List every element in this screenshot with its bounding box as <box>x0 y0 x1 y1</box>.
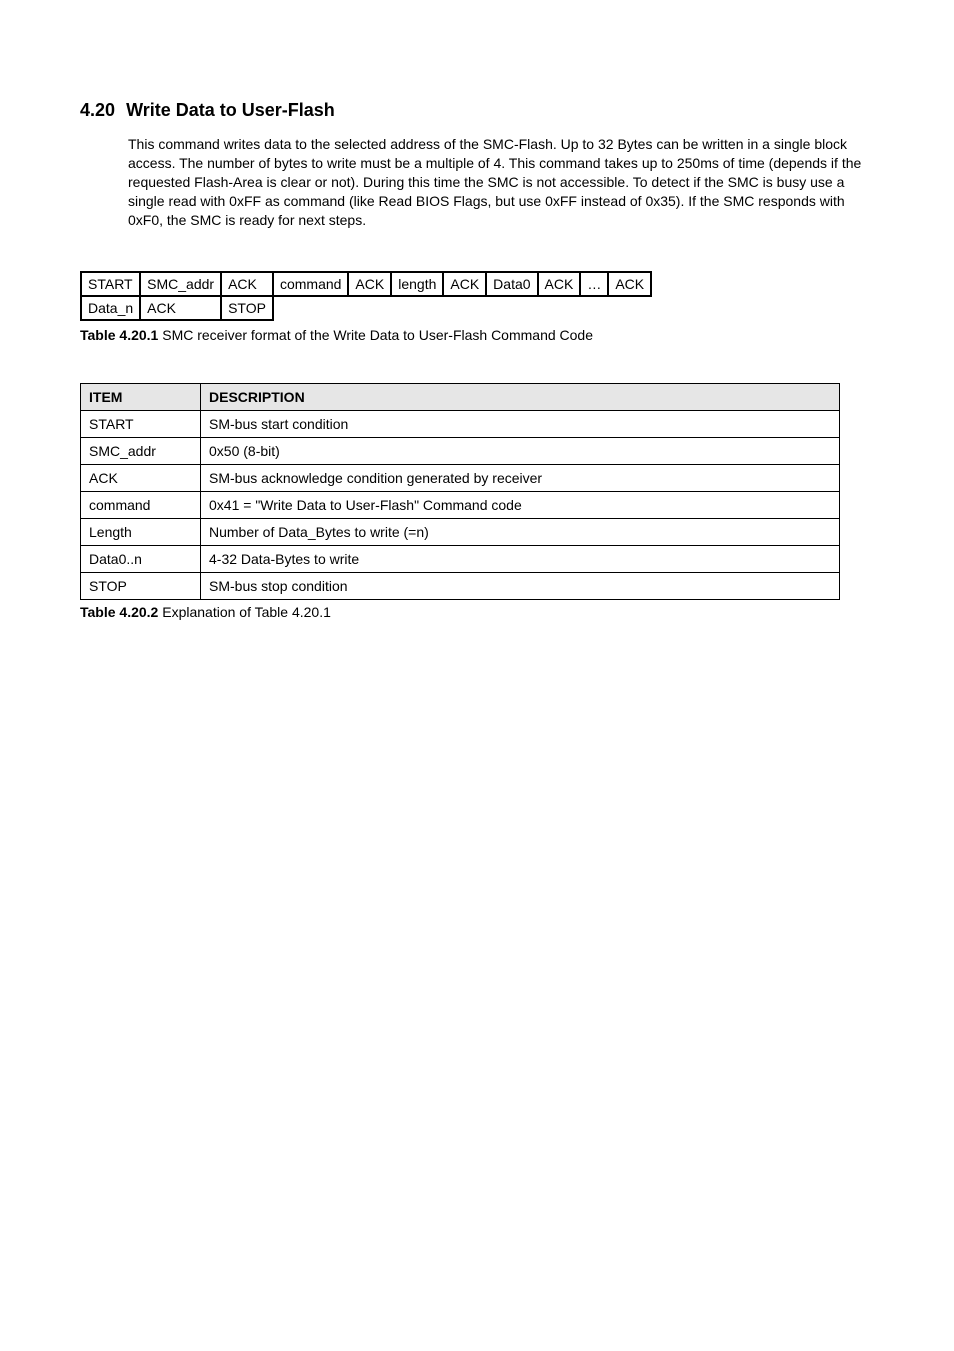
table-row: Data_n ACK STOP <box>81 296 651 320</box>
desc-description: 4-32 Data-Bytes to write <box>201 546 840 573</box>
sequence-cell: ACK <box>221 272 273 296</box>
table-row: command 0x41 = "Write Data to User-Flash… <box>81 492 840 519</box>
table-header-item: ITEM <box>81 384 201 411</box>
section-number: 4.20 <box>80 100 115 121</box>
sequence-cell: ACK <box>538 272 581 296</box>
caption-label: Table 4.20.2 <box>80 604 158 620</box>
sequence-empty <box>273 296 651 320</box>
sequence-cell: SMC_addr <box>140 272 221 296</box>
table-row: ACK SM-bus acknowledge condition generat… <box>81 465 840 492</box>
table-row: START SMC_addr ACK command ACK length AC… <box>81 272 651 296</box>
table-row: SMC_addr 0x50 (8-bit) <box>81 438 840 465</box>
table-caption-2: Table 4.20.2 Explanation of Table 4.20.1 <box>80 604 874 620</box>
table-header-row: ITEM DESCRIPTION <box>81 384 840 411</box>
sequence-cell: ACK <box>608 272 651 296</box>
section-heading: 4.20 Write Data to User-Flash <box>80 100 874 121</box>
sequence-table: START SMC_addr ACK command ACK length AC… <box>80 271 652 321</box>
table-caption-1: Table 4.20.1 SMC receiver format of the … <box>80 327 874 343</box>
sequence-cell: Data0 <box>486 272 537 296</box>
table-row: START SM-bus start condition <box>81 411 840 438</box>
sequence-cell: ACK <box>140 296 221 320</box>
table-header-description: DESCRIPTION <box>201 384 840 411</box>
desc-item: Length <box>81 519 201 546</box>
desc-item: command <box>81 492 201 519</box>
table-row: Length Number of Data_Bytes to write (=n… <box>81 519 840 546</box>
caption-label: Table 4.20.1 <box>80 327 158 343</box>
desc-item: SMC_addr <box>81 438 201 465</box>
desc-item: ACK <box>81 465 201 492</box>
desc-description: SM-bus start condition <box>201 411 840 438</box>
sequence-cell: ACK <box>348 272 391 296</box>
desc-description: SM-bus acknowledge condition generated b… <box>201 465 840 492</box>
table-row: STOP SM-bus stop condition <box>81 573 840 600</box>
desc-item: Data0..n <box>81 546 201 573</box>
sequence-cell: STOP <box>221 296 273 320</box>
desc-item: START <box>81 411 201 438</box>
description-table: ITEM DESCRIPTION START SM-bus start cond… <box>80 383 840 600</box>
table-row: Data0..n 4-32 Data-Bytes to write <box>81 546 840 573</box>
desc-description: 0x50 (8-bit) <box>201 438 840 465</box>
sequence-cell: Data_n <box>81 296 140 320</box>
sequence-cell: ACK <box>443 272 486 296</box>
sequence-cell: length <box>391 272 443 296</box>
caption-text: SMC receiver format of the Write Data to… <box>162 327 593 343</box>
desc-description: Number of Data_Bytes to write (=n) <box>201 519 840 546</box>
sequence-cell: command <box>273 272 348 296</box>
body-paragraph: This command writes data to the selected… <box>128 135 864 229</box>
section-title: Write Data to User-Flash <box>126 100 335 120</box>
caption-text: Explanation of Table 4.20.1 <box>162 604 331 620</box>
desc-description: 0x41 = "Write Data to User-Flash" Comman… <box>201 492 840 519</box>
sequence-cell: … <box>580 272 608 296</box>
sequence-cell: START <box>81 272 140 296</box>
desc-item: STOP <box>81 573 201 600</box>
desc-description: SM-bus stop condition <box>201 573 840 600</box>
